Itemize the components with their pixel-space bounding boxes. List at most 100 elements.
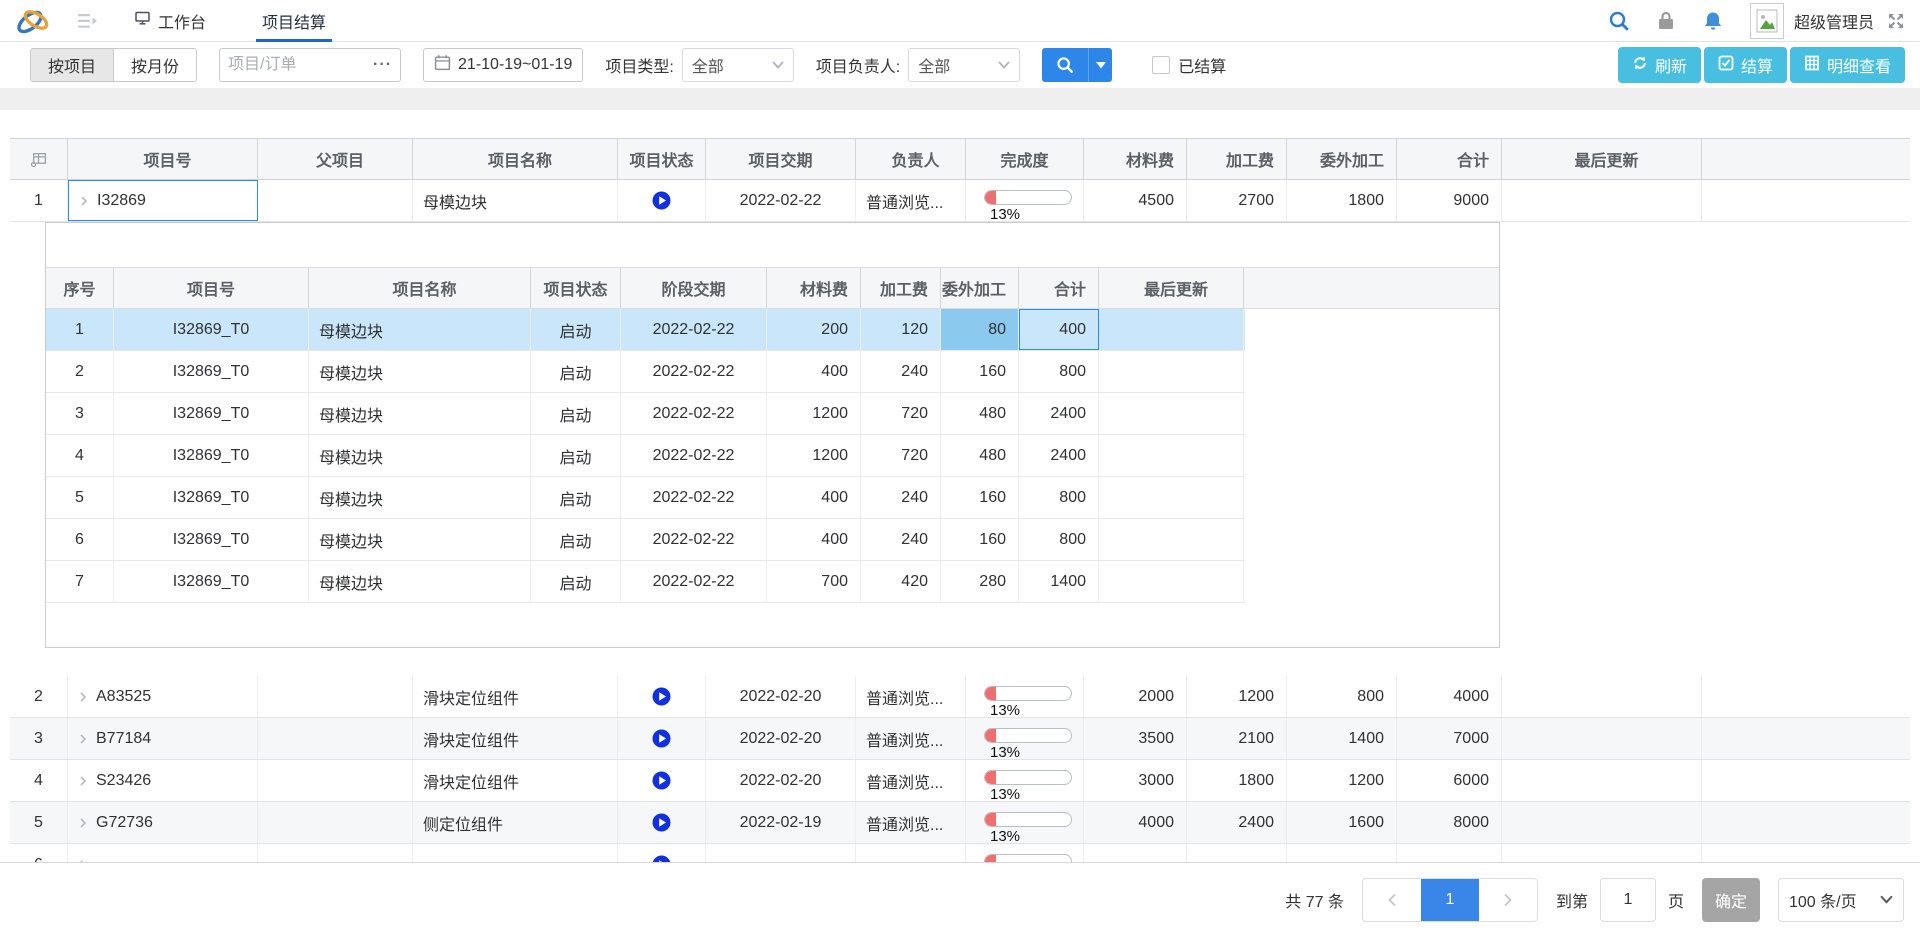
user-name: 超级管理员 [1794, 9, 1874, 33]
cell-filler [1244, 477, 1245, 518]
expand-chevron-icon[interactable] [76, 690, 90, 704]
toggle-by-month[interactable]: 按月份 [113, 49, 196, 81]
tab-workbench[interactable]: 工作台 [128, 0, 212, 42]
collapse-menu-icon[interactable] [78, 13, 98, 29]
progress-label: 13% [990, 828, 1074, 843]
prev-page-button[interactable] [1363, 879, 1421, 921]
project-row[interactable]: 613% [10, 844, 1910, 862]
cell-process: 240 [861, 519, 941, 560]
progress-fill [985, 729, 996, 742]
column-header-status: 项目状态 [531, 268, 621, 308]
stage-row[interactable]: 6I32869_T0母模边块启动2022-02-22400240160800 [46, 519, 1245, 561]
expand-chevron-icon[interactable] [77, 194, 91, 208]
refresh-button-label: 刷新 [1655, 53, 1687, 77]
detail-view-button[interactable]: 明细查看 [1790, 47, 1905, 83]
column-settings-icon[interactable] [10, 139, 68, 179]
settle-button[interactable]: 结算 [1704, 47, 1787, 83]
toggle-by-project[interactable]: 按项目 [31, 49, 113, 81]
bell-icon[interactable] [1702, 10, 1724, 32]
expand-chevron-icon[interactable] [76, 774, 90, 788]
cell-project_no: I32869_T0 [114, 309, 309, 350]
cell-num: 1 [10, 180, 68, 221]
cell-due: 2022-02-22 [621, 351, 767, 392]
cell-filler [1244, 435, 1245, 476]
status-play-icon [652, 813, 671, 832]
column-header-manager: 负责人 [856, 139, 966, 179]
cell-filler [1244, 519, 1245, 560]
cell-idx: 4 [46, 435, 114, 476]
cell-name: 母模边块 [309, 477, 531, 518]
cell-filler [1244, 561, 1245, 602]
page-number-active[interactable]: 1 [1421, 879, 1479, 921]
lock-icon[interactable] [1656, 10, 1676, 32]
cell-process: 2700 [1187, 180, 1287, 221]
date-range-button[interactable]: 21-10-19~01-19 [423, 48, 583, 82]
project-type-select[interactable]: 全部 [682, 48, 794, 82]
project-row[interactable]: 4S23426滑块定位组件2022-02-20普通浏览...13%3000180… [10, 760, 1910, 802]
cell-material: 700 [767, 561, 861, 602]
next-page-button[interactable] [1479, 879, 1537, 921]
cell-outsource: 480 [941, 435, 1019, 476]
page-size-value: 100 条/页 [1789, 888, 1857, 912]
cell-total: 800 [1019, 477, 1099, 518]
project-row[interactable]: 3B77184滑块定位组件2022-02-20普通浏览...13%3500210… [10, 718, 1910, 760]
stage-row[interactable]: 5I32869_T0母模边块启动2022-02-22400240160800 [46, 477, 1245, 519]
stage-row[interactable]: 7I32869_T0母模边块启动2022-02-227004202801400 [46, 561, 1245, 603]
project-row[interactable]: 5G72736侧定位组件2022-02-19普通浏览...13%40002400… [10, 802, 1910, 844]
cell-status [618, 802, 706, 843]
cell-process: 720 [861, 435, 941, 476]
column-header-outsource: 委外加工 [941, 268, 1019, 308]
cell-material: 400 [767, 351, 861, 392]
search-icon[interactable] [1608, 10, 1630, 32]
project-row[interactable]: 1I32869母模边块2022-02-22普通浏览...13%450027001… [10, 180, 1910, 222]
cell-due: 2022-02-22 [621, 519, 767, 560]
stage-row[interactable]: 2I32869_T0母模边块启动2022-02-22400240160800 [46, 351, 1245, 393]
cell-project_no: A83525 [68, 676, 258, 717]
column-header-material: 材料费 [767, 268, 861, 308]
cell-name: 滑块定位组件 [413, 718, 618, 759]
manager-select[interactable]: 全部 [908, 48, 1020, 82]
avatar[interactable] [1750, 3, 1784, 39]
settled-checkbox[interactable] [1152, 56, 1170, 74]
goto-page-input[interactable] [1600, 878, 1656, 922]
cell-num: 2 [10, 676, 68, 717]
cell-outsource: 1200 [1287, 760, 1397, 801]
cell-updated [1502, 718, 1702, 759]
cell-outsource: 1400 [1287, 718, 1397, 759]
page-size-select[interactable]: 100 条/页 [1778, 878, 1904, 922]
refresh-button[interactable]: 刷新 [1618, 47, 1701, 83]
expanded-stage-panel: 序号项目号项目名称项目状态阶段交期材料费加工费委外加工合计最后更新1I32869… [45, 222, 1500, 648]
cell-updated [1502, 760, 1702, 801]
stage-row[interactable]: 4I32869_T0母模边块启动2022-02-2212007204802400 [46, 435, 1245, 477]
confirm-button[interactable]: 确定 [1702, 878, 1760, 922]
settled-checkbox-group[interactable]: 已结算 [1152, 53, 1226, 77]
goto-prefix-label: 到第 [1556, 888, 1588, 912]
refresh-icon [1632, 55, 1648, 76]
expand-chevron-icon[interactable] [76, 858, 90, 863]
cell-updated [1099, 561, 1244, 602]
cell-filler [1244, 309, 1245, 350]
project-order-input[interactable] [228, 56, 373, 74]
stage-row[interactable]: 1I32869_T0母模边块启动2022-02-2220012080400 [46, 309, 1245, 351]
cell-parent [258, 718, 413, 759]
column-header-parent: 父项目 [258, 139, 413, 179]
cell-idx: 5 [46, 477, 114, 518]
cell-material: 200 [767, 309, 861, 350]
stage-row[interactable]: 3I32869_T0母模边块启动2022-02-2212007204802400 [46, 393, 1245, 435]
status-play-icon [652, 855, 671, 862]
search-button[interactable] [1042, 48, 1088, 82]
fullscreen-icon[interactable] [1886, 11, 1906, 31]
cell-parent [258, 844, 413, 862]
tab-project-settlement[interactable]: 项目结算 [256, 0, 332, 42]
cell-name: 母模边块 [309, 561, 531, 602]
ellipsis-more-icon[interactable]: ··· [373, 56, 392, 74]
expand-chevron-icon[interactable] [76, 816, 90, 830]
cell-status [618, 844, 706, 862]
project-type-value: 全部 [692, 53, 724, 77]
expand-chevron-icon[interactable] [76, 732, 90, 746]
cell-parent [258, 760, 413, 801]
goto-suffix-label: 页 [1668, 888, 1684, 912]
project-row[interactable]: 2A83525滑块定位组件2022-02-20普通浏览...13%2000120… [10, 676, 1910, 718]
search-dropdown-button[interactable] [1088, 48, 1112, 82]
cell-material: 3000 [1084, 760, 1187, 801]
